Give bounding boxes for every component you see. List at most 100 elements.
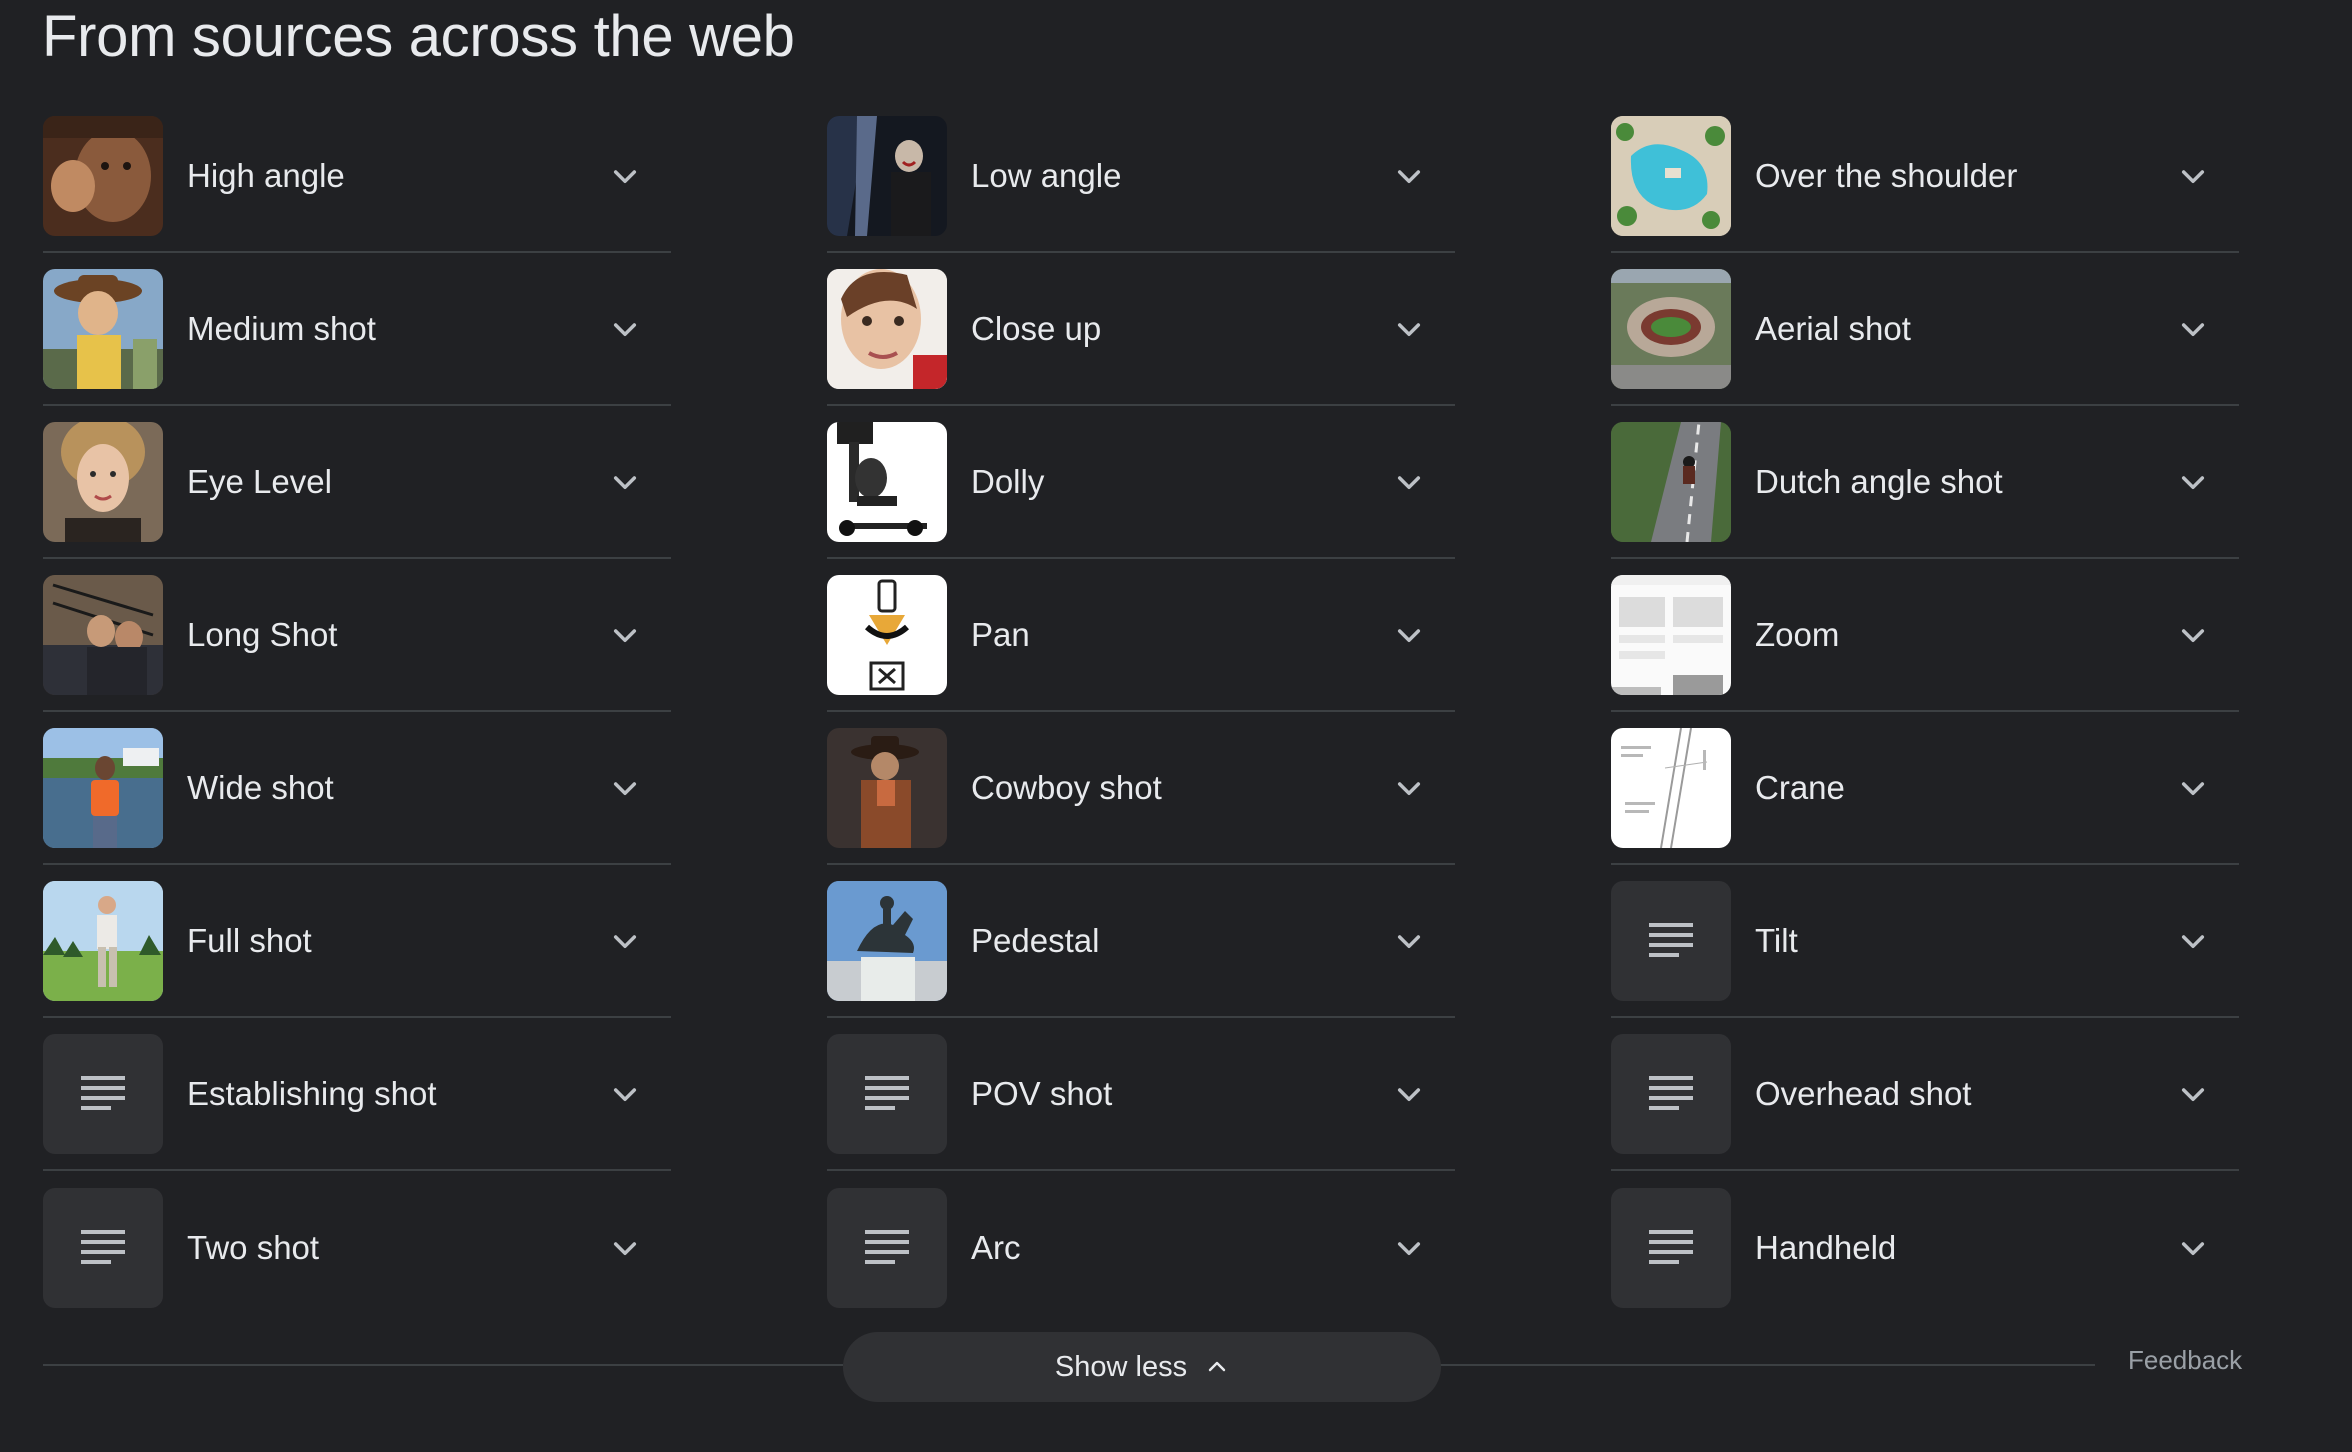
accordion-item-two-shot[interactable]: Two shot [43,1171,671,1324]
accordion-item-label: Pan [971,615,1030,653]
accordion-item-label: Overhead shot [1755,1074,1972,1112]
text-lines-icon [1611,1033,1731,1154]
accordion-item-eye-level[interactable]: Eye Level [43,406,671,559]
thumbnail-image [827,727,947,848]
accordion-item-wide-shot[interactable]: Wide shot [43,712,671,865]
thumbnail-image [827,421,947,542]
accordion-item-label: Two shot [187,1228,320,1266]
thumbnail-image [827,574,947,695]
show-less-label: Show less [1054,1350,1188,1383]
thumbnail-image [1611,574,1731,695]
accordion-item-label: Cowboy shot [971,768,1162,806]
section-title: From sources across the web [42,4,795,69]
chevron-down-icon[interactable] [1393,313,1425,345]
accordion-item-pan[interactable]: Pan [827,559,1455,712]
accordion-item-medium-shot[interactable]: Medium shot [43,253,671,406]
chevron-down-icon[interactable] [1393,1078,1425,1110]
accordion-item-overhead-shot[interactable]: Overhead shot [1611,1018,2239,1171]
divider [1440,1364,2095,1366]
accordion-item-cowboy-shot[interactable]: Cowboy shot [827,712,1455,865]
show-less-button[interactable]: Show less [843,1332,1441,1402]
accordion-item-label: Crane [1755,768,1845,806]
chevron-down-icon[interactable] [609,925,641,957]
text-lines-icon [43,1033,163,1154]
thumbnail-image [43,115,163,236]
thumbnail-image [43,421,163,542]
accordion-item-label: Tilt [1755,921,1798,959]
accordion-item-tilt[interactable]: Tilt [1611,865,2239,1018]
chevron-down-icon[interactable] [609,466,641,498]
chevron-down-icon[interactable] [1393,160,1425,192]
feedback-link[interactable]: Feedback [2128,1345,2242,1376]
thumbnail-image [1611,421,1731,542]
accordion-item-label: Dolly [971,462,1045,500]
text-lines-icon [1611,880,1731,1001]
accordion-item-label: Handheld [1755,1228,1897,1266]
accordion-item-label: Arc [971,1228,1021,1266]
accordion-item-label: Medium shot [187,309,376,347]
thumbnail-image [43,880,163,1001]
chevron-down-icon[interactable] [1393,466,1425,498]
chevron-down-icon[interactable] [2177,160,2209,192]
accordion-item-long-shot[interactable]: Long Shot [43,559,671,712]
accordion-item-label: Wide shot [187,768,334,806]
accordion-item-label: Close up [971,309,1102,347]
chevron-down-icon[interactable] [2177,925,2209,957]
chevron-down-icon[interactable] [609,619,641,651]
chevron-down-icon[interactable] [2177,772,2209,804]
accordion-item-full-shot[interactable]: Full shot [43,865,671,1018]
accordion-item-label: Dutch angle shot [1755,462,2003,500]
chevron-down-icon[interactable] [1393,772,1425,804]
accordion-item-label: Long Shot [187,615,338,653]
chevron-down-icon[interactable] [609,1232,641,1264]
thumbnail-image [1611,268,1731,389]
chevron-down-icon[interactable] [2177,1232,2209,1264]
accordion-item-pov-shot[interactable]: POV shot [827,1018,1455,1171]
accordion-item-label: Low angle [971,156,1122,194]
chevron-down-icon[interactable] [1393,619,1425,651]
thumbnail-image [43,574,163,695]
accordion-item-label: POV shot [971,1074,1113,1112]
accordion-item-label: Zoom [1755,615,1840,653]
accordion-item-dutch-angle-shot[interactable]: Dutch angle shot [1611,406,2239,559]
accordion-item-high-angle[interactable]: High angle [43,100,671,253]
text-lines-icon [827,1187,947,1308]
accordion-item-pedestal[interactable]: Pedestal [827,865,1455,1018]
chevron-down-icon[interactable] [609,160,641,192]
text-lines-icon [43,1187,163,1308]
chevron-down-icon[interactable] [1393,925,1425,957]
accordion-item-label: High angle [187,156,345,194]
thumbnail-image [43,268,163,389]
text-lines-icon [827,1033,947,1154]
chevron-down-icon[interactable] [2177,313,2209,345]
accordion-item-establishing-shot[interactable]: Establishing shot [43,1018,671,1171]
shot-types-grid: High angle Low angle Over the shoulder Medi… [43,100,2239,1324]
thumbnail-image [1611,727,1731,848]
chevron-down-icon[interactable] [1393,1232,1425,1264]
accordion-item-zoom[interactable]: Zoom [1611,559,2239,712]
chevron-up-icon [1208,1361,1226,1372]
chevron-down-icon[interactable] [2177,466,2209,498]
chevron-down-icon[interactable] [609,772,641,804]
accordion-item-dolly[interactable]: Dolly [827,406,1455,559]
chevron-down-icon[interactable] [2177,619,2209,651]
chevron-down-icon[interactable] [609,313,641,345]
accordion-item-label: Aerial shot [1755,309,1911,347]
accordion-item-handheld[interactable]: Handheld [1611,1171,2239,1324]
thumbnail-image [827,880,947,1001]
chevron-down-icon[interactable] [2177,1078,2209,1110]
thumbnail-image [1611,115,1731,236]
accordion-item-close-up[interactable]: Close up [827,253,1455,406]
accordion-item-label: Full shot [187,921,312,959]
accordion-item-label: Eye Level [187,462,332,500]
accordion-item-crane[interactable]: Crane [1611,712,2239,865]
accordion-item-label: Over the shoulder [1755,156,2018,194]
accordion-item-over-the-shoulder[interactable]: Over the shoulder [1611,100,2239,253]
accordion-item-label: Establishing shot [187,1074,437,1112]
thumbnail-image [827,115,947,236]
chevron-down-icon[interactable] [609,1078,641,1110]
accordion-item-low-angle[interactable]: Low angle [827,100,1455,253]
accordion-item-aerial-shot[interactable]: Aerial shot [1611,253,2239,406]
accordion-item-label: Pedestal [971,921,1100,959]
accordion-item-arc[interactable]: Arc [827,1171,1455,1324]
